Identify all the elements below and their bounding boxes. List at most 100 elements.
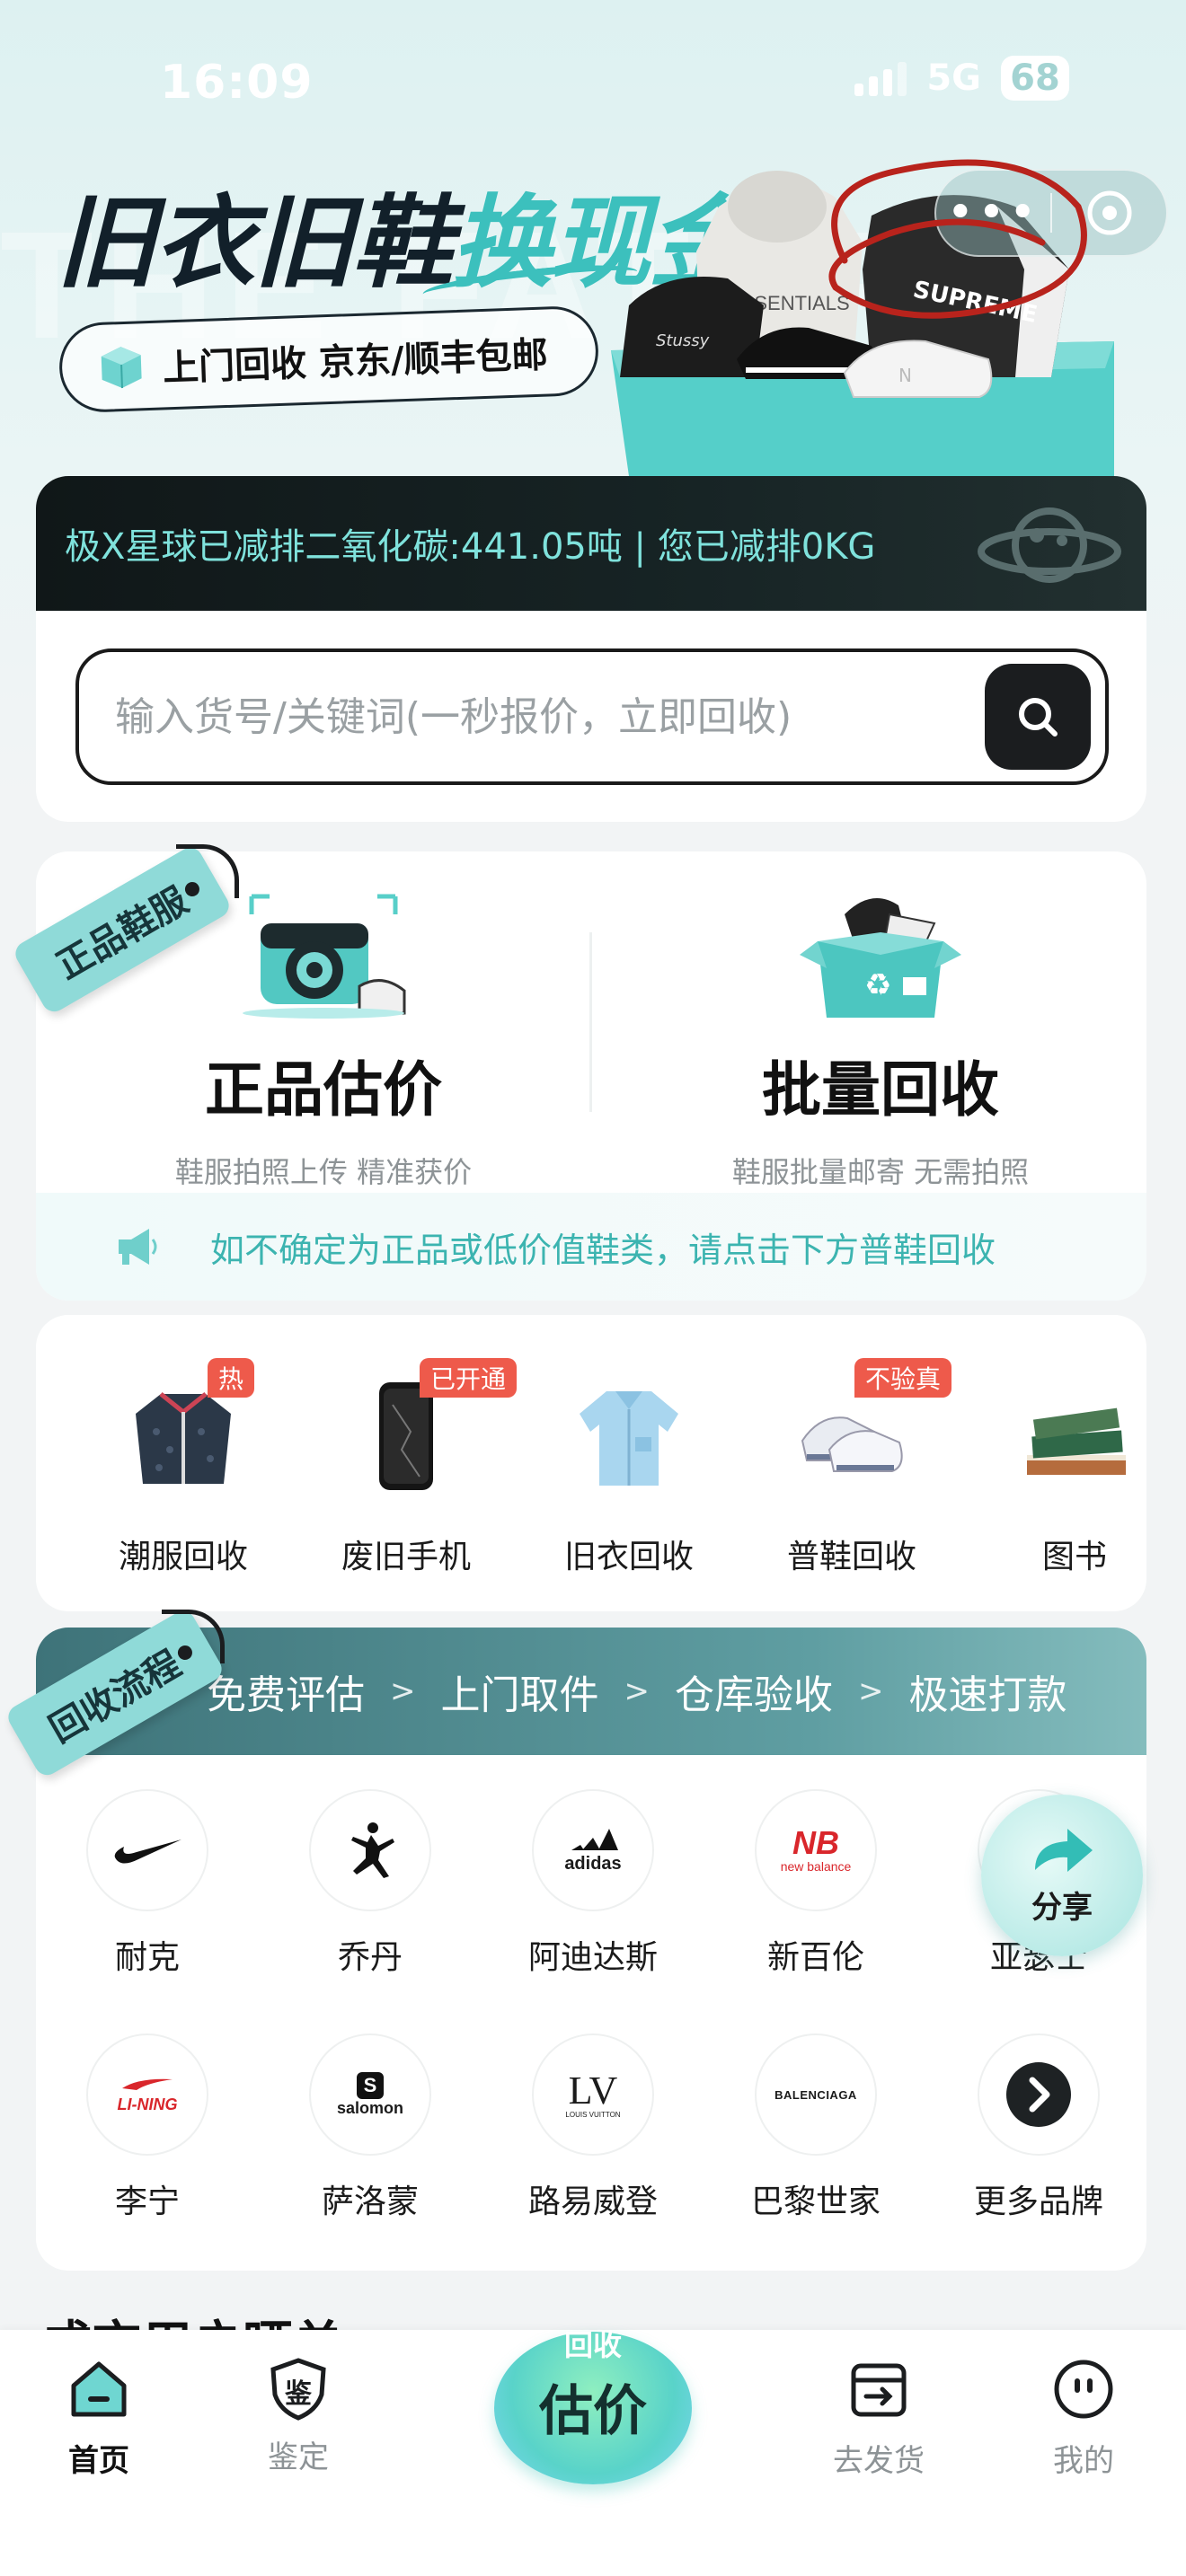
category-label: 废旧手机: [341, 1539, 471, 1575]
svg-text:N: N: [898, 365, 912, 386]
mini-program-capsule: •••: [934, 169, 1168, 257]
brand-more[interactable]: 更多品牌: [949, 2033, 1128, 2222]
shield-icon: 鉴: [266, 2357, 331, 2422]
chevron-right-icon: >: [624, 1673, 651, 1709]
brand-salomon[interactable]: S salomon 萨洛蒙: [280, 2033, 460, 2222]
process-step: 极速打款: [908, 1672, 1067, 1718]
ship-box-icon: [851, 2363, 907, 2417]
status-indicators: 5G 68: [854, 56, 1069, 101]
more-dots-icon[interactable]: •••: [936, 190, 1050, 236]
status-time: 16:09: [160, 56, 314, 110]
process-step: 上门取件: [440, 1672, 599, 1718]
more-brands-button[interactable]: [978, 2033, 1100, 2156]
identify-glyph: 鉴: [285, 2378, 312, 2410]
adidas-stripes-icon: [571, 1828, 618, 1850]
tab-home[interactable]: 首页: [18, 2357, 180, 2480]
appraise-divider: [589, 932, 592, 1112]
battery-indicator: 68: [1001, 56, 1069, 101]
category-label: 普鞋回收: [786, 1539, 916, 1575]
brand-label: 耐克: [114, 1939, 180, 1976]
brand-label: 新百伦: [766, 1939, 864, 1976]
genuine-appraisal-subtitle: 鞋服拍照上传 精准获价: [174, 1155, 473, 1189]
li-ning-logo: LI-NING: [86, 2033, 208, 2156]
category-books[interactable]: 图书: [967, 1378, 1182, 1577]
bulk-recycle-subtitle: 鞋服批量邮寄 无需拍照: [731, 1155, 1030, 1189]
new-balance-logo: NB new balance: [755, 1789, 877, 1911]
adidas-logo: adidas: [532, 1789, 654, 1911]
share-icon: [1035, 1828, 1093, 1872]
category-trendy-clothes[interactable]: 热 潮服回收: [75, 1358, 291, 1577]
notice-text: 如不确定为正品或低价值鞋类，请点击下方普鞋回收: [210, 1230, 996, 1270]
category-card: 热 潮服回收 已开通 废旧手机 旧衣回收 不验真 普鞋回收 图书: [36, 1315, 1146, 1611]
category-label: 旧衣回收: [563, 1539, 694, 1575]
tab-identify[interactable]: 鉴 鉴定: [217, 2357, 379, 2476]
center-big-label: 估价: [539, 2380, 647, 2443]
brand-label: 路易威登: [527, 2183, 658, 2220]
tab-mine[interactable]: 我的: [1003, 2357, 1164, 2480]
hero-pickup-pill[interactable]: 上门回收 京东/顺丰包邮: [58, 304, 600, 414]
tab-appraise-center[interactable]: 回收 估价: [476, 2296, 710, 2502]
jacket-icon: 热: [125, 1358, 255, 1495]
search-input[interactable]: [115, 693, 985, 740]
search-button[interactable]: [985, 664, 1091, 770]
li-ning-swoosh-icon: [122, 2078, 173, 2090]
svg-text:Stussy: Stussy: [656, 331, 710, 350]
chevron-right-icon: >: [858, 1673, 884, 1709]
nb-wordmark: new balance: [780, 1859, 852, 1874]
category-badge-open: 已开通: [420, 1358, 518, 1398]
lv-wordmark: LOUIS VUITTON: [565, 2110, 621, 2119]
category-old-clothes[interactable]: 旧衣回收: [521, 1378, 737, 1577]
megaphone-icon: [119, 1229, 157, 1265]
books-icon: [1016, 1378, 1133, 1495]
category-badge-no-verify: 不验真: [854, 1358, 952, 1398]
low-value-notice[interactable]: 如不确定为正品或低价值鞋类，请点击下方普鞋回收: [36, 1193, 1146, 1301]
tab-label: 首页: [68, 2443, 129, 2479]
brand-jordan[interactable]: 乔丹: [280, 1789, 460, 1978]
salomon-logo: S salomon: [309, 2033, 431, 2156]
bulk-recycle-option[interactable]: ♻ 批量回收 鞋服批量邮寄 无需拍照: [629, 887, 1132, 1191]
chevron-right-icon: [1006, 2062, 1071, 2127]
brand-balenciaga[interactable]: BALENCIAGA 巴黎世家: [726, 2033, 906, 2222]
box-icon: [101, 347, 142, 389]
search-icon: [1019, 698, 1058, 737]
shirt-icon: [571, 1378, 687, 1495]
brand-label: 巴黎世家: [750, 2183, 881, 2220]
share-label: 分享: [1031, 1889, 1093, 1926]
sneaker-icon: 不验真: [793, 1358, 952, 1495]
brand-label: 萨洛蒙: [321, 2183, 419, 2220]
nike-logo: [86, 1789, 208, 1911]
face-icon: [1054, 2360, 1113, 2419]
category-ordinary-shoes[interactable]: 不验真 普鞋回收: [744, 1358, 960, 1577]
brand-label: 阿迪达斯: [527, 1939, 658, 1976]
category-label: 潮服回收: [118, 1539, 248, 1575]
salomon-mark: S: [356, 2071, 384, 2099]
category-used-phone[interactable]: 已开通 废旧手机: [298, 1358, 518, 1577]
brand-louis-vuitton[interactable]: LV LOUIS VUITTON 路易威登: [503, 2033, 683, 2222]
tab-ship[interactable]: 去发货: [798, 2357, 960, 2480]
network-label: 5G: [926, 57, 981, 99]
center-small-label: 回收: [563, 2328, 622, 2362]
brand-label: 李宁: [114, 2183, 180, 2220]
brand-li-ning[interactable]: LI-NING 李宁: [58, 2033, 237, 2222]
phone-icon: 已开通: [348, 1358, 518, 1495]
li-ning-wordmark: LI-NING: [117, 2095, 178, 2113]
planet-icon: [978, 507, 1121, 583]
bulk-recycle-title: 批量回收: [762, 1055, 999, 1125]
category-label: 图书: [1041, 1539, 1107, 1575]
category-badge-hot: 热: [208, 1358, 255, 1398]
nb-mark: NB: [792, 1824, 839, 1861]
recycle-box-illustration: ♻: [800, 898, 961, 1018]
brand-adidas[interactable]: adidas 阿迪达斯: [503, 1789, 683, 1978]
brand-new-balance[interactable]: NB new balance 新百伦: [726, 1789, 906, 1978]
brand-nike[interactable]: 耐克: [58, 1789, 237, 1978]
brand-label: 更多品牌: [973, 2183, 1103, 2220]
brand-card: 免费评估 > 上门取件 > 仓库验收 > 极速打款 耐克 乔丹 adidas 阿…: [36, 1628, 1146, 2271]
search-box: [75, 648, 1109, 785]
target-circle-icon[interactable]: [1052, 188, 1166, 238]
tab-label: 我的: [1053, 2443, 1114, 2479]
process-step: 免费评估: [207, 1672, 365, 1718]
camera-illustration: [243, 894, 406, 1019]
share-button[interactable]: 分享: [981, 1795, 1143, 1956]
tab-label: 鉴定: [268, 2439, 329, 2475]
jordan-logo: [309, 1789, 431, 1911]
